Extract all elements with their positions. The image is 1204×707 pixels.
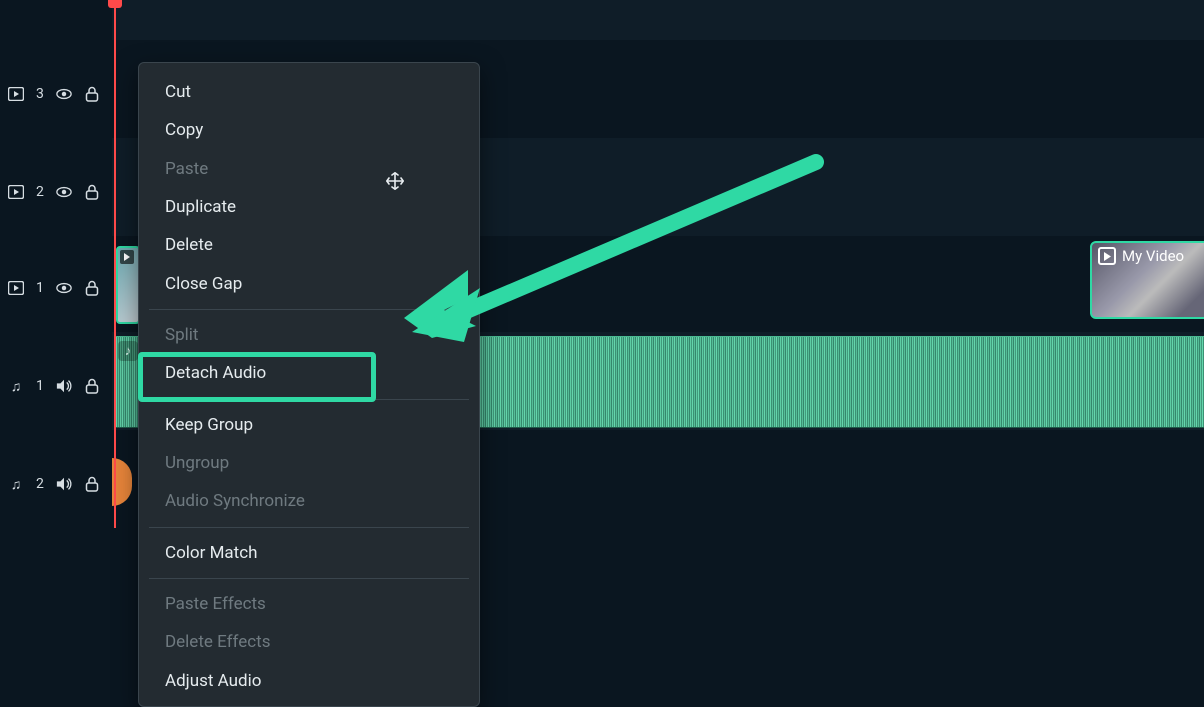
ctx-delete[interactable]: Delete (139, 226, 479, 264)
track-headers: 3 2 1 (0, 0, 112, 528)
video-track-icon (8, 185, 24, 199)
lock-icon[interactable] (84, 184, 100, 200)
ctx-separator (149, 309, 469, 310)
visibility-icon[interactable] (56, 87, 72, 101)
video-clip-label: My Video (1122, 247, 1184, 265)
ctx-ungroup: Ungroup (139, 444, 479, 482)
video-clip-left-partial[interactable] (116, 246, 140, 324)
lock-icon[interactable] (84, 378, 100, 394)
visibility-icon[interactable] (56, 281, 72, 295)
ctx-color-match[interactable]: Color Match (139, 534, 479, 572)
track-header-audio2[interactable]: ♫ 2 (0, 460, 112, 508)
lane-ruler (112, 0, 1204, 40)
track-label: 1 (36, 378, 44, 394)
ctx-keep-group[interactable]: Keep Group (139, 406, 479, 444)
ctx-close-gap[interactable]: Close Gap (139, 265, 479, 303)
track-label: 2 (36, 184, 44, 200)
lock-icon[interactable] (84, 476, 100, 492)
track-label: 1 (36, 280, 44, 296)
ctx-audio-synchronize[interactable]: Audio Synchronize (139, 482, 479, 520)
audio-track-icon: ♫ (8, 378, 24, 395)
play-icon (1098, 247, 1116, 265)
ctx-detach-audio[interactable]: Detach Audio (139, 354, 479, 392)
ctx-split: Split (139, 316, 479, 354)
ctx-paste: Paste (139, 150, 479, 188)
ctx-delete-effects: Delete Effects (139, 623, 479, 661)
waveform (480, 337, 1204, 427)
ctx-cut[interactable]: Cut (139, 73, 479, 111)
music-note-icon: ♪ (118, 341, 138, 361)
audio-track-icon: ♫ (8, 476, 24, 493)
track-label: 3 (36, 86, 44, 102)
track-header-video1[interactable]: 1 (0, 264, 112, 312)
ctx-separator (149, 578, 469, 579)
track-header-video3[interactable]: 3 (0, 70, 112, 118)
video-track-icon (8, 281, 24, 295)
video-track-icon (8, 87, 24, 101)
lock-icon[interactable] (84, 86, 100, 102)
playhead[interactable] (114, 0, 116, 528)
volume-icon[interactable] (56, 378, 72, 394)
video-clip-right[interactable]: My Video (1090, 241, 1204, 319)
context-menu: Cut Copy Paste Duplicate Delete Close Ga… (138, 62, 480, 707)
lock-icon[interactable] (84, 280, 100, 296)
ctx-copy[interactable]: Copy (139, 111, 479, 149)
visibility-icon[interactable] (56, 185, 72, 199)
audio-clip-main[interactable] (480, 336, 1204, 428)
volume-icon[interactable] (56, 476, 72, 492)
track-header-audio1[interactable]: ♫ 1 (0, 362, 112, 410)
timeline-area: 3 2 1 (0, 0, 1204, 528)
ctx-separator (149, 399, 469, 400)
ctx-adjust-audio[interactable]: Adjust Audio (139, 662, 479, 700)
play-icon (120, 250, 134, 264)
track-header-video2[interactable]: 2 (0, 168, 112, 216)
ctx-paste-effects: Paste Effects (139, 585, 479, 623)
ctx-duplicate[interactable]: Duplicate (139, 188, 479, 226)
track-label: 2 (36, 476, 44, 492)
